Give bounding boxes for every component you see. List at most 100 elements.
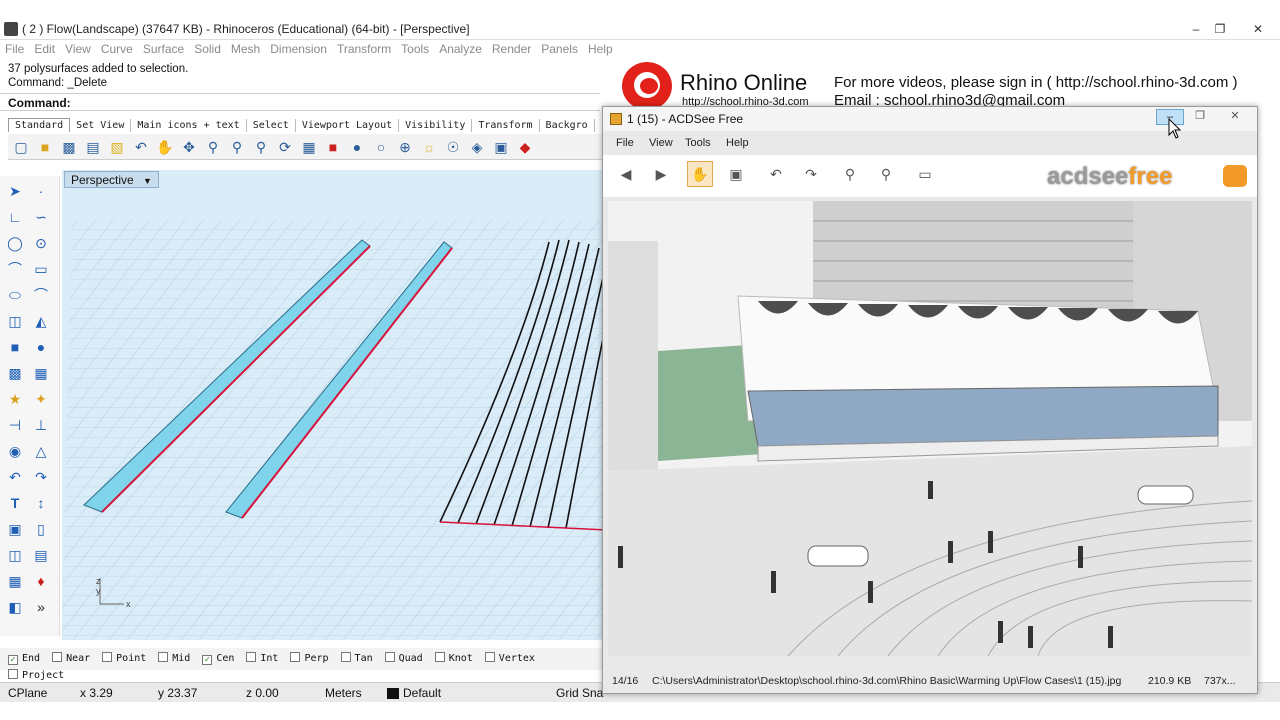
menu-tools[interactable]: Tools xyxy=(396,40,434,58)
save-icon[interactable]: ▩ xyxy=(58,136,80,158)
lock-icon[interactable]: ▣ xyxy=(490,136,512,158)
osnap-icon[interactable]: ⊕ xyxy=(394,136,416,158)
zoom-out-icon[interactable]: ⚲ xyxy=(873,161,899,187)
menu-curve[interactable]: Curve xyxy=(96,40,138,58)
viewport-dropdown-icon[interactable]: ▼ xyxy=(143,176,152,186)
menu-analyze[interactable]: Analyze xyxy=(434,40,487,58)
cylinder-icon[interactable]: ▩ xyxy=(4,362,26,384)
rotate-right-icon[interactable]: ↷ xyxy=(798,161,824,187)
menu-dimension[interactable]: Dimension xyxy=(265,40,332,58)
osnap-checkbox[interactable] xyxy=(158,652,169,662)
text-icon[interactable]: T xyxy=(4,492,26,514)
osnap-quad[interactable]: Quad xyxy=(384,652,423,664)
osnap-checkbox[interactable] xyxy=(290,652,301,662)
menu-panels[interactable]: Panels xyxy=(536,40,583,58)
zoom-extents-icon[interactable]: ⚲ xyxy=(250,136,272,158)
zoom-window-icon[interactable]: ⚲ xyxy=(226,136,248,158)
osnap-knot[interactable]: Knot xyxy=(434,652,473,664)
next-icon[interactable]: ▶ xyxy=(648,161,674,187)
hatch-icon[interactable]: ▤ xyxy=(30,544,52,566)
car-render-icon[interactable]: ■ xyxy=(322,136,344,158)
box-icon[interactable]: ■ xyxy=(4,336,26,358)
tab-viewport-layout[interactable]: Viewport Layout xyxy=(296,119,400,132)
print-icon[interactable]: ▤ xyxy=(82,136,104,158)
image-preview[interactable] xyxy=(608,201,1252,656)
shade-icon[interactable]: ● xyxy=(346,136,368,158)
menu-help[interactable]: Help xyxy=(583,40,618,58)
zoom-in-icon[interactable]: ⚲ xyxy=(837,161,863,187)
tab-visibility[interactable]: Visibility xyxy=(399,119,473,132)
osnap-checkbox[interactable] xyxy=(384,652,395,662)
acdsee-menu-help[interactable]: Help xyxy=(726,137,749,149)
rotate-left-icon[interactable]: ↶ xyxy=(763,161,789,187)
loft-icon[interactable]: ◭ xyxy=(30,310,52,332)
fillet-icon[interactable]: ⌒ xyxy=(30,284,52,306)
tab-transform[interactable]: Transform xyxy=(472,119,540,132)
osnap-mid[interactable]: Mid xyxy=(158,652,190,664)
restore-icon[interactable]: ❐ xyxy=(1208,20,1232,38)
menu-solid[interactable]: Solid xyxy=(189,40,226,58)
circle-icon[interactable]: ◯ xyxy=(4,232,26,254)
layer-icon[interactable]: ◈ xyxy=(466,136,488,158)
close-icon[interactable]: ✕ xyxy=(1246,20,1270,38)
boolean-icon[interactable]: ★ xyxy=(4,388,26,410)
properties-icon[interactable]: ◧ xyxy=(4,596,26,618)
rotate-view-icon[interactable]: ⟳ xyxy=(274,136,296,158)
mesh-icon[interactable]: ▦ xyxy=(30,362,52,384)
surface-icon[interactable]: ◫ xyxy=(4,310,26,332)
arc-icon[interactable]: ⌒ xyxy=(4,258,26,280)
tab-set-view[interactable]: Set View xyxy=(70,119,132,132)
osnap-perp[interactable]: Perp xyxy=(290,652,329,664)
acdsee-close-icon[interactable]: ✕ xyxy=(1223,109,1247,125)
previous-icon[interactable]: ◀ xyxy=(613,161,639,187)
osnap-checkbox[interactable] xyxy=(102,652,113,662)
osnap-checkbox[interactable]: ✓ xyxy=(202,655,213,665)
tab-standard[interactable]: Standard xyxy=(8,118,71,132)
explode-icon[interactable]: ✦ xyxy=(30,388,52,410)
osnap-int[interactable]: Int xyxy=(246,652,278,664)
osnap-tan[interactable]: Tan xyxy=(340,652,373,664)
viewport-title-tab[interactable]: Perspective ▼ xyxy=(64,171,159,188)
grid-icon[interactable]: ▦ xyxy=(298,136,320,158)
select-arrow-icon[interactable]: ➤ xyxy=(4,180,26,202)
layer-swatch[interactable] xyxy=(387,688,399,699)
menu-view[interactable]: View xyxy=(60,40,96,58)
menu-transform[interactable]: Transform xyxy=(332,40,396,58)
osnap-point[interactable]: Point xyxy=(102,652,146,664)
osnap-checkbox[interactable] xyxy=(484,652,495,662)
osnap-checkbox[interactable]: ✓ xyxy=(8,655,18,665)
menu-surface[interactable]: Surface xyxy=(138,40,189,58)
trim-icon[interactable]: ⊥ xyxy=(30,414,52,436)
scale-icon[interactable]: △ xyxy=(30,440,52,462)
osnap-checkbox[interactable] xyxy=(52,652,63,662)
osnap-checkbox[interactable] xyxy=(340,652,351,662)
pan-hand-icon[interactable]: ✋ xyxy=(154,136,176,158)
analyze-icon[interactable]: ◫ xyxy=(4,544,26,566)
rotate-icon[interactable]: ◉ xyxy=(4,440,26,462)
command-input[interactable]: Command: xyxy=(0,93,600,111)
sphere-solid-icon[interactable]: ● xyxy=(30,336,52,358)
array-icon[interactable]: ↷ xyxy=(30,466,52,488)
tab-background[interactable]: Backgro xyxy=(540,119,595,132)
menu-render[interactable]: Render xyxy=(487,40,536,58)
acdsee-menu-file[interactable]: File xyxy=(616,137,634,149)
menu-mesh[interactable]: Mesh xyxy=(226,40,265,58)
layer-label[interactable]: Default xyxy=(403,686,441,700)
clipboard-icon[interactable]: ▧ xyxy=(106,136,128,158)
sphere-icon[interactable]: ○ xyxy=(370,136,392,158)
osnap-near[interactable]: Near xyxy=(52,652,90,664)
new-file-icon[interactable]: ▢ xyxy=(10,136,32,158)
light-icon[interactable]: ☼ xyxy=(418,136,440,158)
fit-image-icon[interactable]: ▣ xyxy=(723,161,749,187)
rectangle-icon[interactable]: ▭ xyxy=(30,258,52,280)
acdsee-menu-view[interactable]: View xyxy=(649,137,673,149)
grid-array-icon[interactable]: ▦ xyxy=(4,570,26,592)
polyline-icon[interactable]: ∟ xyxy=(4,206,26,228)
minimize-icon[interactable]: – xyxy=(1184,20,1208,38)
material-icon[interactable]: ◆ xyxy=(514,136,536,158)
osnap-vertex[interactable]: Vertex xyxy=(484,652,535,664)
bulb-icon[interactable]: ☉ xyxy=(442,136,464,158)
gumball-icon[interactable]: ♦ xyxy=(30,570,52,592)
undo-icon[interactable]: ↶ xyxy=(130,136,152,158)
delete-icon[interactable]: ▭ xyxy=(912,161,938,187)
